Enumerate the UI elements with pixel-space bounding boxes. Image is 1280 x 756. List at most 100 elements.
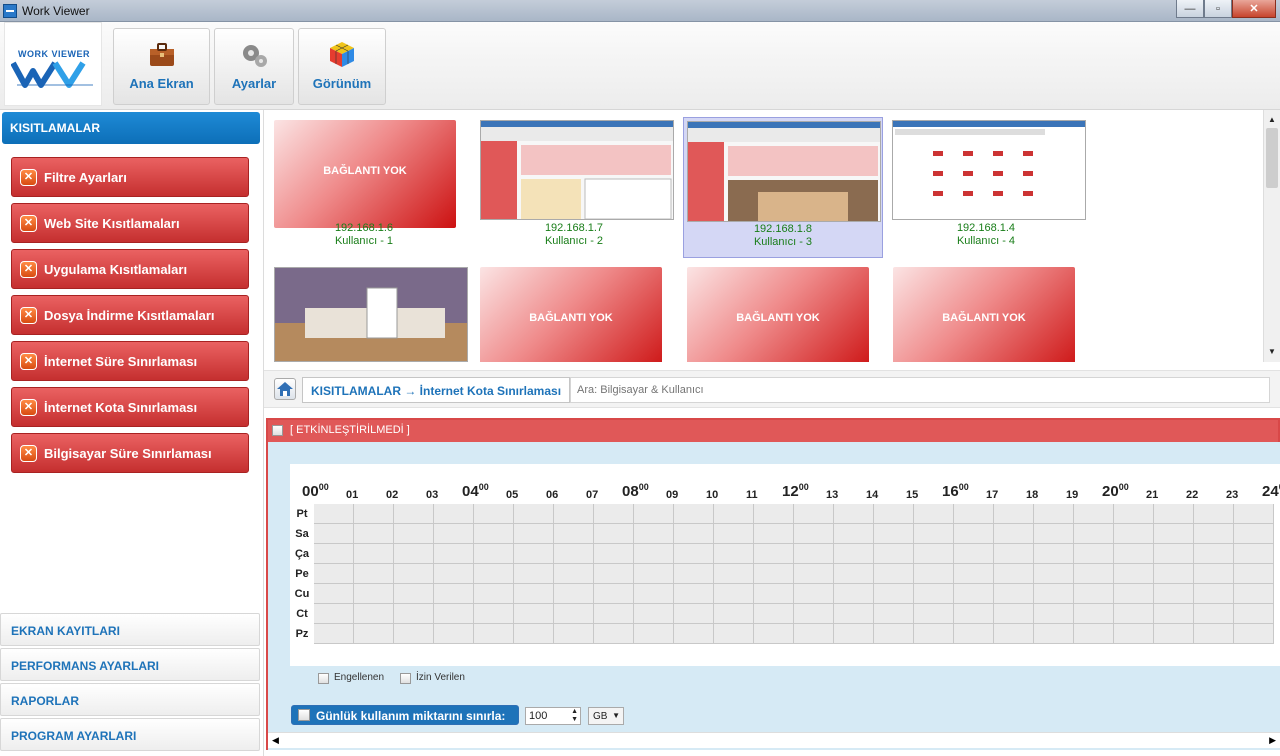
schedule-cell[interactable] bbox=[514, 504, 554, 524]
schedule-cell[interactable] bbox=[634, 604, 674, 624]
sidebar-screen-recordings[interactable]: EKRAN KAYITLARI bbox=[0, 613, 260, 646]
schedule-cell[interactable] bbox=[794, 564, 834, 584]
schedule-cell[interactable] bbox=[474, 504, 514, 524]
enable-checkbox[interactable] bbox=[272, 425, 283, 436]
schedule-cell[interactable] bbox=[474, 524, 514, 544]
schedule-cell[interactable] bbox=[354, 544, 394, 564]
schedule-cell[interactable] bbox=[434, 504, 474, 524]
schedule-cell[interactable] bbox=[474, 584, 514, 604]
schedule-cell[interactable] bbox=[354, 604, 394, 624]
schedule-cell[interactable] bbox=[1074, 564, 1114, 584]
schedule-cell[interactable] bbox=[754, 584, 794, 604]
sidebar-item-computer-time-limit[interactable]: ✕ Bilgisayar Süre Sınırlaması bbox=[11, 433, 249, 473]
schedule-cell[interactable] bbox=[954, 584, 994, 604]
schedule-cell[interactable] bbox=[514, 584, 554, 604]
schedule-cell[interactable] bbox=[354, 524, 394, 544]
schedule-cell[interactable] bbox=[674, 504, 714, 524]
schedule-cell[interactable] bbox=[514, 624, 554, 644]
schedule-cell[interactable] bbox=[1234, 504, 1274, 524]
schedule-cell[interactable] bbox=[1074, 504, 1114, 524]
schedule-cell[interactable] bbox=[554, 524, 594, 544]
schedule-cell[interactable] bbox=[1034, 504, 1074, 524]
schedule-cell[interactable] bbox=[314, 604, 354, 624]
schedule-cell[interactable] bbox=[354, 584, 394, 604]
schedule-cell[interactable] bbox=[1194, 544, 1234, 564]
schedule-cell[interactable] bbox=[474, 624, 514, 644]
schedule-cell[interactable] bbox=[874, 564, 914, 584]
sidebar-item-website-restrictions[interactable]: ✕ Web Site Kısıtlamaları bbox=[11, 203, 249, 243]
schedule-cell[interactable] bbox=[1194, 624, 1234, 644]
schedule-cell[interactable] bbox=[834, 604, 874, 624]
schedule-cell[interactable] bbox=[394, 524, 434, 544]
stepper-arrows-icon[interactable]: ▲ ▼ bbox=[571, 708, 578, 724]
schedule-cell[interactable] bbox=[954, 624, 994, 644]
schedule-cell[interactable] bbox=[434, 584, 474, 604]
schedule-cell[interactable] bbox=[1114, 624, 1154, 644]
breadcrumb[interactable]: KISITLAMALAR → İnternet Kota Sınırlaması bbox=[302, 377, 571, 403]
computer-tile[interactable] bbox=[264, 257, 468, 362]
schedule-cell[interactable] bbox=[714, 544, 754, 564]
schedule-cell[interactable] bbox=[794, 504, 834, 524]
computer-tile[interactable]: BAĞLANTI YOK bbox=[470, 257, 670, 362]
schedule-cell[interactable] bbox=[594, 524, 634, 544]
schedule-cell[interactable] bbox=[914, 564, 954, 584]
schedule-cell[interactable] bbox=[594, 604, 634, 624]
schedule-cell[interactable] bbox=[874, 544, 914, 564]
schedule-cell[interactable] bbox=[1194, 564, 1234, 584]
schedule-cell[interactable] bbox=[834, 504, 874, 524]
schedule-cell[interactable] bbox=[954, 604, 994, 624]
schedule-cell[interactable] bbox=[1074, 604, 1114, 624]
sidebar-performance-settings[interactable]: PERFORMANS AYARLARI bbox=[0, 648, 260, 681]
scroll-up-arrow-icon[interactable]: ▲ bbox=[1264, 112, 1280, 128]
computer-tile[interactable]: 192.168.1.4 Kullanıcı - 4 bbox=[886, 110, 1086, 250]
schedule-cell[interactable] bbox=[1194, 604, 1234, 624]
sidebar-item-application-restrictions[interactable]: ✕ Uygulama Kısıtlamaları bbox=[11, 249, 249, 289]
schedule-cell[interactable] bbox=[314, 504, 354, 524]
schedule-cell[interactable] bbox=[634, 504, 674, 524]
restrictions-header[interactable]: KISITLAMALAR bbox=[2, 112, 260, 144]
home-screen-button[interactable]: Ana Ekran bbox=[113, 28, 210, 105]
schedule-cell[interactable] bbox=[1074, 524, 1114, 544]
sidebar-program-settings[interactable]: PROGRAM AYARLARI bbox=[0, 718, 260, 751]
schedule-cell[interactable] bbox=[914, 604, 954, 624]
schedule-cell[interactable] bbox=[554, 544, 594, 564]
schedule-cell[interactable] bbox=[834, 624, 874, 644]
schedule-cell[interactable] bbox=[1114, 544, 1154, 564]
view-button[interactable]: Görünüm bbox=[298, 28, 386, 105]
schedule-cell[interactable] bbox=[954, 564, 994, 584]
schedule-cell[interactable] bbox=[1194, 584, 1234, 604]
schedule-cell[interactable] bbox=[994, 504, 1034, 524]
computer-tile-selected[interactable]: 192.168.1.8 Kullanıcı - 3 bbox=[683, 117, 883, 258]
schedule-cell[interactable] bbox=[394, 564, 434, 584]
schedule-cell[interactable] bbox=[714, 504, 754, 524]
daily-limit-toggle[interactable]: Günlük kullanım miktarını sınırla: bbox=[291, 705, 519, 725]
schedule-cell[interactable] bbox=[1194, 504, 1234, 524]
schedule-cell[interactable] bbox=[514, 524, 554, 544]
schedule-cell[interactable] bbox=[674, 604, 714, 624]
schedule-cell[interactable] bbox=[514, 604, 554, 624]
schedule-cell[interactable] bbox=[554, 624, 594, 644]
schedule-cell[interactable] bbox=[994, 624, 1034, 644]
schedule-cell[interactable] bbox=[554, 564, 594, 584]
schedule-cell[interactable] bbox=[794, 584, 834, 604]
schedule-cell[interactable] bbox=[994, 544, 1034, 564]
schedule-cell[interactable] bbox=[1074, 544, 1114, 564]
quota-unit-select[interactable]: GB ▼ bbox=[588, 707, 624, 725]
schedule-cell[interactable] bbox=[754, 524, 794, 544]
schedule-cell[interactable] bbox=[1074, 584, 1114, 604]
schedule-cell[interactable] bbox=[1034, 564, 1074, 584]
schedule-cell[interactable] bbox=[474, 544, 514, 564]
schedule-cell[interactable] bbox=[834, 584, 874, 604]
schedule-cell[interactable] bbox=[914, 544, 954, 564]
schedule-cell[interactable] bbox=[914, 624, 954, 644]
schedule-cell[interactable] bbox=[1034, 524, 1074, 544]
schedule-cell[interactable] bbox=[994, 604, 1034, 624]
home-button[interactable] bbox=[274, 378, 296, 400]
schedule-cell[interactable] bbox=[794, 624, 834, 644]
schedule-cell[interactable] bbox=[714, 624, 754, 644]
schedule-cell[interactable] bbox=[1234, 564, 1274, 584]
schedule-cell[interactable] bbox=[434, 604, 474, 624]
schedule-cell[interactable] bbox=[954, 504, 994, 524]
schedule-cell[interactable] bbox=[474, 604, 514, 624]
schedule-cell[interactable] bbox=[1234, 584, 1274, 604]
